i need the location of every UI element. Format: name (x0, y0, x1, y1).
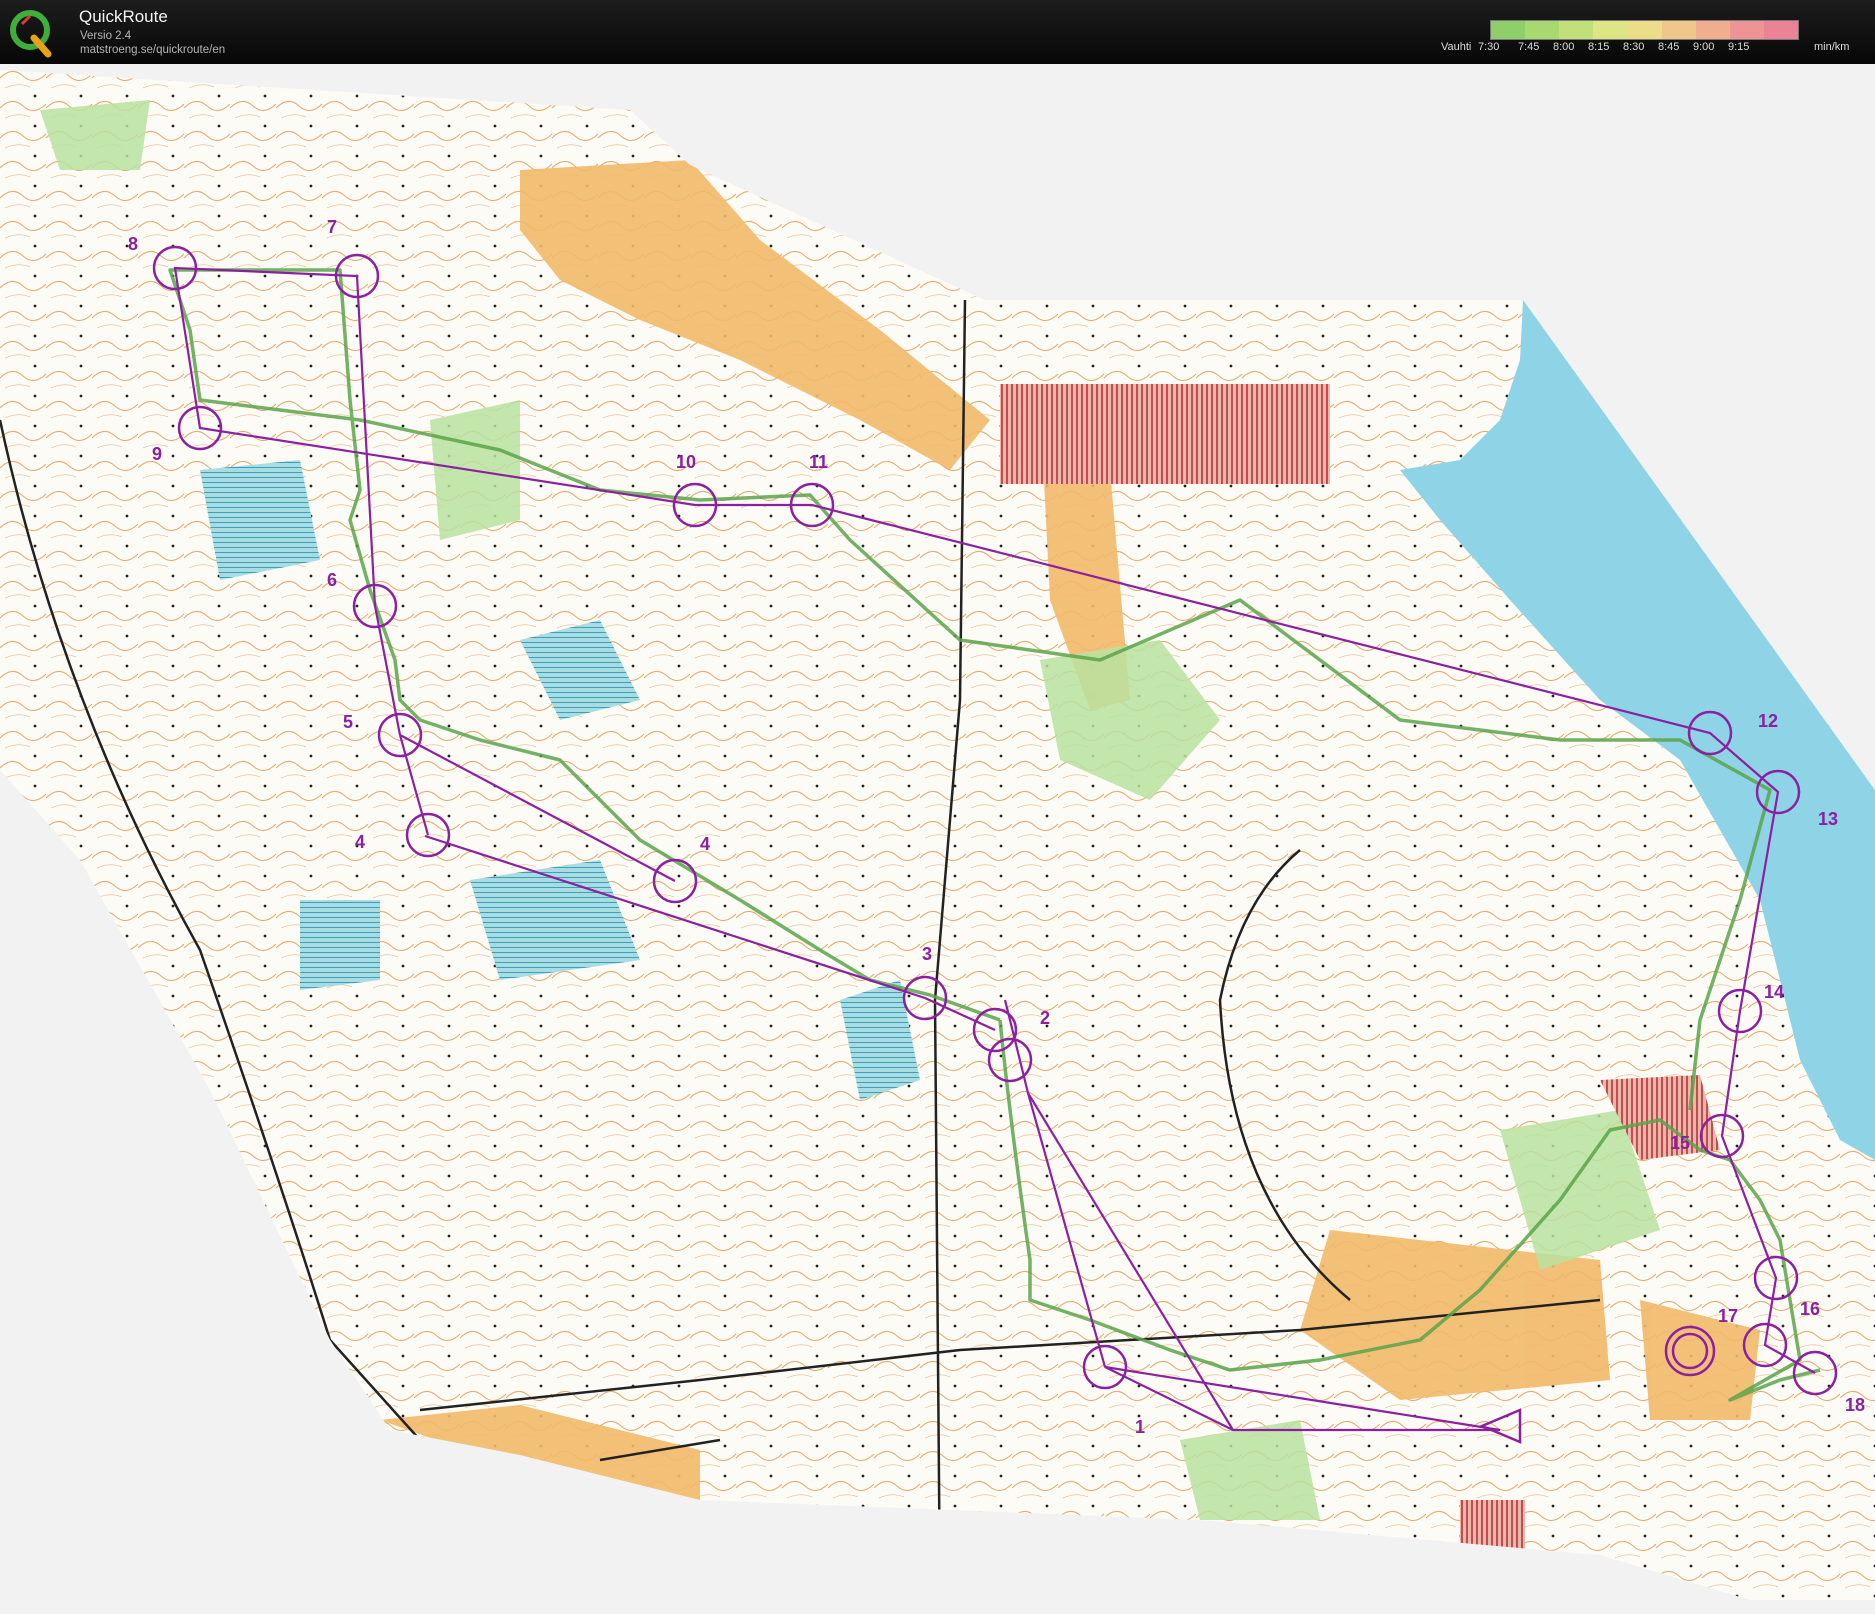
pace-label: Vauhti (1441, 41, 1472, 53)
pace-scale-segment (1729, 21, 1764, 39)
control-label-12: 12 (1758, 711, 1778, 731)
control-label-4: 4 (700, 834, 710, 854)
app-url[interactable]: matstroeng.se/quickroute/en (80, 44, 225, 56)
control-label-2: 2 (1040, 1008, 1050, 1028)
control-label-7: 7 (327, 217, 337, 237)
quickroute-q-logo-icon (10, 10, 52, 58)
control-label-11: 11 (809, 452, 828, 472)
pace-tick: 8:30 (1623, 41, 1645, 53)
pace-tick: 9:00 (1693, 41, 1715, 53)
pace-tick: 9:15 (1728, 41, 1750, 53)
pace-tick: 8:45 (1658, 41, 1680, 53)
orienteering-map[interactable]: 1 2 3 4 4 5 6 7 8 9 10 11 12 13 14 15 16… (0, 64, 1875, 1614)
pace-scale-segment (1593, 21, 1628, 39)
pace-scale-segment (1525, 21, 1560, 39)
control-label-3: 3 (922, 944, 932, 964)
control-label-16: 16 (1800, 1299, 1820, 1319)
pace-tick: 7:45 (1518, 41, 1540, 53)
app-title-bar: QuickRoute Versio 2.4 matstroeng.se/quic… (0, 0, 1875, 64)
pace-color-scale (1490, 20, 1799, 40)
control-label-13: 13 (1818, 809, 1838, 829)
control-label-9: 9 (152, 444, 162, 464)
control-label-14: 14 (1764, 982, 1784, 1002)
pace-scale-segment (1763, 21, 1798, 39)
terrain-area (0, 70, 1875, 1600)
control-label-18: 18 (1845, 1395, 1865, 1415)
pace-scale-segment (1559, 21, 1594, 39)
control-label-5: 5 (343, 712, 353, 732)
pace-scale-segment (1661, 21, 1696, 39)
pace-tick: 8:15 (1588, 41, 1610, 53)
pace-tick: 8:00 (1553, 41, 1575, 53)
pace-scale-segment (1627, 21, 1662, 39)
control-label-15: 15 (1670, 1133, 1690, 1153)
pace-unit: min/km (1814, 41, 1850, 53)
pace-tick: 7:30 (1478, 41, 1500, 53)
control-label-10: 10 (676, 452, 696, 472)
pace-scale-segment (1491, 21, 1526, 39)
control-label-8: 8 (128, 234, 138, 254)
app-title: QuickRoute (79, 7, 168, 26)
control-label-4b: 4 (355, 832, 365, 852)
pace-scale-segment (1695, 21, 1730, 39)
app-version: Versio 2.4 (80, 30, 132, 42)
control-label-1: 1 (1135, 1417, 1145, 1437)
control-label-17: 17 (1718, 1306, 1738, 1326)
control-label-6: 6 (327, 570, 337, 590)
